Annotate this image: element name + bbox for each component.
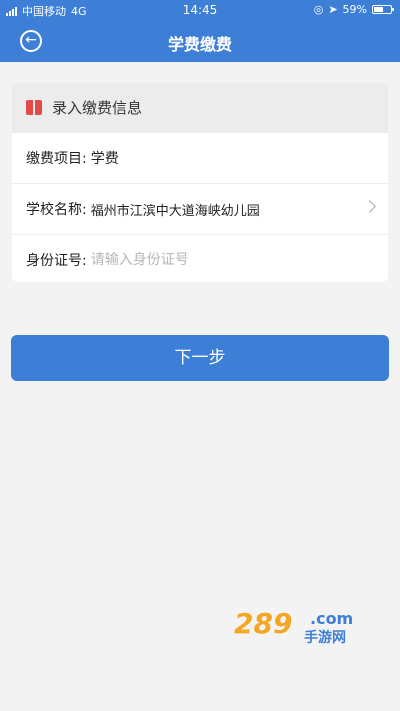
card-header: 录入缴费信息	[12, 82, 388, 132]
next-step-button[interactable]: 下一步	[11, 335, 389, 381]
payment-form-card: 录入缴费信息 缴费项目: 学费 学校名称: 福州市江滨中大道海峡幼儿园 身份证号…	[12, 82, 388, 282]
battery-label: 59%	[342, 3, 367, 16]
payment-item-value: 学费	[90, 151, 119, 167]
nav-bar: ← 学费缴费	[0, 20, 400, 62]
school-name-value: 福州市江滨中大道海峡幼儿园	[90, 203, 260, 219]
status-right: ◎ ➤ 59%	[313, 3, 394, 16]
payment-item-label: 缴费项目:	[26, 151, 87, 167]
status-bar: 中国移动 4G 14:45 ◎ ➤ 59%	[0, 0, 400, 20]
id-number-label: 身份证号:	[26, 253, 87, 269]
id-number-input[interactable]	[90, 252, 331, 268]
site-watermark: 289 .com 手游网	[234, 607, 384, 649]
page-title: 学费缴费	[167, 35, 232, 54]
location-icon: ➤	[328, 3, 338, 16]
watermark-domain: .com	[310, 609, 354, 628]
chevron-right-icon	[363, 200, 376, 213]
card-header-title: 录入缴费信息	[52, 98, 143, 117]
school-name-label: 学校名称:	[26, 202, 87, 218]
watermark-number: 289	[234, 607, 293, 640]
app-header: 中国移动 4G 14:45 ◎ ➤ 59% ← 学费缴费	[0, 0, 400, 62]
payment-item-row: 缴费项目: 学费	[12, 132, 388, 183]
watermark-text: 手游网	[304, 630, 346, 646]
battery-icon	[372, 5, 394, 14]
book-icon	[26, 99, 42, 115]
battery-fill	[374, 7, 383, 12]
id-number-row: 身份证号:	[12, 234, 388, 282]
school-name-row[interactable]: 学校名称: 福州市江滨中大道海峡幼儿园	[12, 183, 388, 234]
alarm-icon: ◎	[313, 3, 324, 16]
